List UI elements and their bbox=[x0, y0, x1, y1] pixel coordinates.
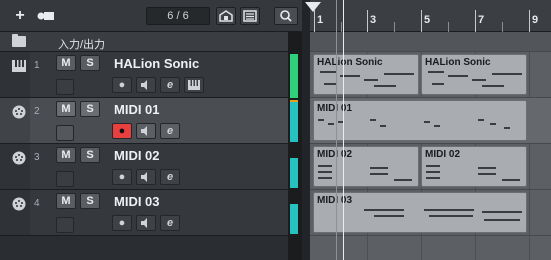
project-cursor[interactable] bbox=[343, 0, 344, 260]
add-track-button[interactable]: + bbox=[12, 7, 28, 25]
track-name[interactable]: MIDI 01 bbox=[114, 102, 160, 117]
level-meters bbox=[288, 32, 302, 260]
track-color-swatch[interactable] bbox=[56, 217, 74, 233]
midi-icon bbox=[12, 197, 26, 211]
midi-part[interactable]: HALion Sonic bbox=[421, 54, 527, 95]
track-list-empty-area bbox=[0, 236, 288, 260]
monitor-icon[interactable] bbox=[136, 123, 156, 139]
monitor-icon[interactable] bbox=[136, 169, 156, 185]
event-display[interactable]: HALion Sonic HALion Sonic MIDI 01 MIDI 0… bbox=[310, 32, 551, 260]
track-meter bbox=[290, 100, 298, 142]
mute-button[interactable]: M bbox=[56, 193, 76, 209]
track-row[interactable]: 1 M S HALion Sonic ● e bbox=[0, 52, 302, 98]
solo-button[interactable]: S bbox=[80, 193, 100, 209]
track-visibility-icon[interactable] bbox=[216, 7, 236, 25]
record-enable-icon[interactable]: ● bbox=[112, 123, 132, 139]
track-row[interactable]: 2 M S MIDI 01 ● e bbox=[0, 98, 302, 144]
track-color-swatch[interactable] bbox=[56, 125, 74, 141]
left-locator-icon[interactable] bbox=[305, 2, 321, 12]
record-enable-icon[interactable]: ● bbox=[112, 169, 132, 185]
instrument-keys-icon[interactable] bbox=[184, 77, 204, 93]
record-enable-icon[interactable]: ● bbox=[112, 77, 132, 93]
solo-button[interactable]: S bbox=[80, 101, 100, 117]
splitter[interactable] bbox=[302, 0, 310, 260]
bar-number: 1 bbox=[317, 14, 324, 26]
track-row[interactable]: 3 M S MIDI 02 ● e bbox=[0, 144, 302, 190]
track-list-menu-icon[interactable] bbox=[240, 7, 260, 25]
monitor-icon[interactable] bbox=[136, 77, 156, 93]
midi-part[interactable]: MIDI 03 bbox=[313, 192, 527, 233]
folder-label: 入力/出力 bbox=[58, 39, 106, 51]
edit-instrument-icon[interactable]: e bbox=[160, 123, 180, 139]
instrument-icon bbox=[12, 59, 26, 73]
midi-icon bbox=[12, 105, 26, 119]
folder-track-io[interactable]: 入力/出力 bbox=[0, 32, 302, 52]
track-list-toolbar: + 6 / 6 bbox=[0, 0, 302, 32]
track-row[interactable]: 4 M S MIDI 03 ● e bbox=[0, 190, 302, 236]
bar-number: 7 bbox=[478, 14, 485, 26]
bar-number: 5 bbox=[424, 14, 431, 26]
edit-instrument-icon[interactable]: e bbox=[160, 77, 180, 93]
track-name[interactable]: MIDI 03 bbox=[114, 194, 160, 209]
mute-button[interactable]: M bbox=[56, 101, 76, 117]
track-meter bbox=[290, 54, 298, 98]
midi-part[interactable]: MIDI 01 bbox=[313, 100, 527, 141]
folder-icon bbox=[12, 34, 26, 47]
monitor-icon[interactable] bbox=[136, 215, 156, 231]
track-number: 4 bbox=[34, 198, 40, 209]
mute-button[interactable]: M bbox=[56, 55, 76, 71]
track-count-display: 6 / 6 bbox=[146, 7, 210, 25]
bar-number: 9 bbox=[532, 14, 539, 26]
track-number: 1 bbox=[34, 60, 40, 71]
bar-number: 3 bbox=[370, 14, 377, 26]
track-color-swatch[interactable] bbox=[56, 79, 74, 95]
midi-icon bbox=[12, 151, 26, 165]
record-enable-icon[interactable]: ● bbox=[112, 215, 132, 231]
track-name[interactable]: HALion Sonic bbox=[114, 56, 199, 71]
search-button[interactable] bbox=[274, 7, 298, 25]
midi-part[interactable]: MIDI 02 bbox=[313, 146, 419, 187]
mute-button[interactable]: M bbox=[56, 147, 76, 163]
midi-part[interactable]: HALion Sonic bbox=[313, 54, 419, 95]
track-number: 2 bbox=[34, 106, 40, 117]
midi-part[interactable]: MIDI 02 bbox=[421, 146, 527, 187]
track-meter bbox=[290, 158, 298, 188]
track-number: 3 bbox=[34, 152, 40, 163]
track-name[interactable]: MIDI 02 bbox=[114, 148, 160, 163]
track-meter bbox=[290, 204, 298, 234]
track-color-swatch[interactable] bbox=[56, 171, 74, 187]
solo-button[interactable]: S bbox=[80, 147, 100, 163]
solo-button[interactable]: S bbox=[80, 55, 100, 71]
track-presets-icon[interactable] bbox=[36, 7, 56, 25]
edit-instrument-icon[interactable]: e bbox=[160, 215, 180, 231]
timeline-ruler[interactable]: 1 3 5 7 9 bbox=[310, 0, 551, 32]
edit-instrument-icon[interactable]: e bbox=[160, 169, 180, 185]
